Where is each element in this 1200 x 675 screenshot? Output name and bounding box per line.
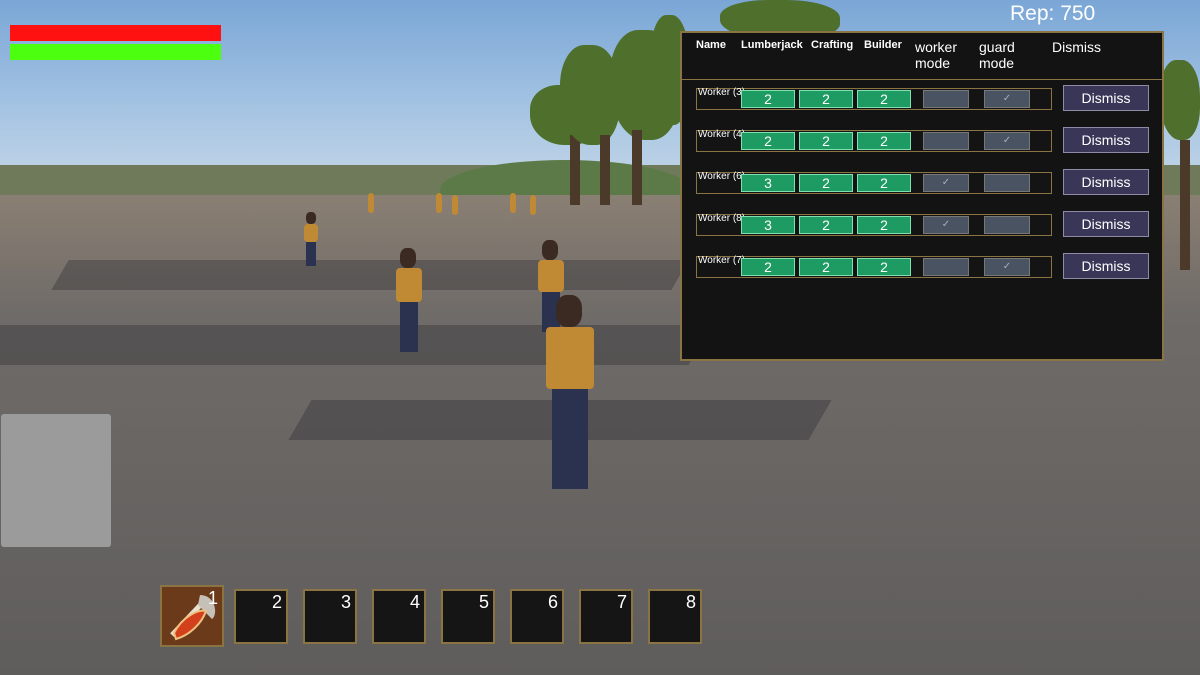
hotbar-slot-1[interactable]: 1: [160, 585, 224, 647]
slot-number: 8: [685, 592, 696, 612]
hotbar-slot-3[interactable]: 3: [303, 589, 357, 644]
dismiss-button[interactable]: Dismiss: [1063, 169, 1149, 195]
slot-number: 2: [271, 592, 282, 612]
header-worker-mode: worker mode: [915, 39, 958, 71]
worker-row: Worker (3) 2 2 2 ✓: [696, 87, 1052, 110]
crafting-level-button[interactable]: 2: [799, 132, 853, 150]
workers-table-header: Name Lumberjack Crafting Builder worker …: [682, 33, 1162, 80]
slot-number: 6: [547, 592, 558, 612]
slot-number: 5: [478, 592, 489, 612]
slot-number: 7: [616, 592, 627, 612]
crafting-level-button[interactable]: 2: [799, 174, 853, 192]
lumberjack-level-button[interactable]: 2: [741, 90, 795, 108]
guard-mode-toggle[interactable]: [984, 216, 1030, 234]
slot-number: 1: [207, 588, 218, 608]
tree-shadow: [0, 325, 712, 365]
header-builder: Builder: [864, 39, 902, 51]
dismiss-button[interactable]: Dismiss: [1063, 127, 1149, 153]
lumberjack-level-button[interactable]: 3: [741, 174, 795, 192]
worker-row: Worker (7) 2 2 2 ✓: [696, 255, 1052, 278]
hotbar-slot-4[interactable]: 4: [372, 589, 426, 644]
worker-mode-toggle[interactable]: ✓: [923, 216, 969, 234]
guard-mode-toggle[interactable]: ✓: [984, 132, 1030, 150]
worker-mode-toggle[interactable]: [923, 90, 969, 108]
worker-name: Worker (3): [698, 87, 746, 98]
header-name: Name: [696, 39, 726, 51]
crafting-level-button[interactable]: 2: [799, 258, 853, 276]
crafting-level-button[interactable]: 2: [799, 90, 853, 108]
header-dismiss: Dismiss: [1052, 39, 1101, 55]
workers-panel: Name Lumberjack Crafting Builder worker …: [680, 31, 1164, 361]
lumberjack-level-button[interactable]: 2: [741, 258, 795, 276]
worker-name: Worker (8): [698, 213, 746, 224]
worker-mode-toggle[interactable]: [923, 258, 969, 276]
lumberjack-level-button[interactable]: 2: [741, 132, 795, 150]
builder-level-button[interactable]: 2: [857, 132, 911, 150]
hotbar-slot-6[interactable]: 6: [510, 589, 564, 644]
guard-mode-toggle[interactable]: ✓: [984, 90, 1030, 108]
guard-mode-toggle[interactable]: ✓: [984, 258, 1030, 276]
crafting-level-button[interactable]: 2: [799, 216, 853, 234]
worker-name: Worker (4): [698, 129, 746, 140]
worker-mode-toggle[interactable]: ✓: [923, 174, 969, 192]
hotbar-slot-8[interactable]: 8: [648, 589, 702, 644]
health-bar: [10, 25, 221, 41]
hotbar-slot-2[interactable]: 2: [234, 589, 288, 644]
worker-row: Worker (4) 2 2 2 ✓: [696, 129, 1052, 152]
lumberjack-level-button[interactable]: 3: [741, 216, 795, 234]
slot-number: 3: [340, 592, 351, 612]
hotbar-slot-7[interactable]: 7: [579, 589, 633, 644]
stamina-bar: [10, 44, 221, 60]
builder-level-button[interactable]: 2: [857, 90, 911, 108]
header-crafting: Crafting: [811, 39, 854, 51]
worker-name: Worker (6): [698, 171, 746, 182]
tree-shadow: [51, 260, 689, 290]
guard-mode-toggle[interactable]: [984, 174, 1030, 192]
slot-number: 4: [409, 592, 420, 612]
reputation-counter: Rep: 750: [1010, 2, 1096, 25]
hotbar-slot-5[interactable]: 5: [441, 589, 495, 644]
header-lumberjack: Lumberjack: [741, 39, 803, 51]
worker-name: Worker (7): [698, 255, 746, 266]
dismiss-button[interactable]: Dismiss: [1063, 253, 1149, 279]
minimap-placeholder: [1, 414, 111, 547]
worker-row: Worker (6) 3 2 2 ✓: [696, 171, 1052, 194]
builder-level-button[interactable]: 2: [857, 216, 911, 234]
dismiss-button[interactable]: Dismiss: [1063, 211, 1149, 237]
builder-level-button[interactable]: 2: [857, 174, 911, 192]
worker-row: Worker (8) 3 2 2 ✓: [696, 213, 1052, 236]
builder-level-button[interactable]: 2: [857, 258, 911, 276]
dismiss-button[interactable]: Dismiss: [1063, 85, 1149, 111]
worker-mode-toggle[interactable]: [923, 132, 969, 150]
header-guard-mode: guard mode: [979, 39, 1015, 71]
